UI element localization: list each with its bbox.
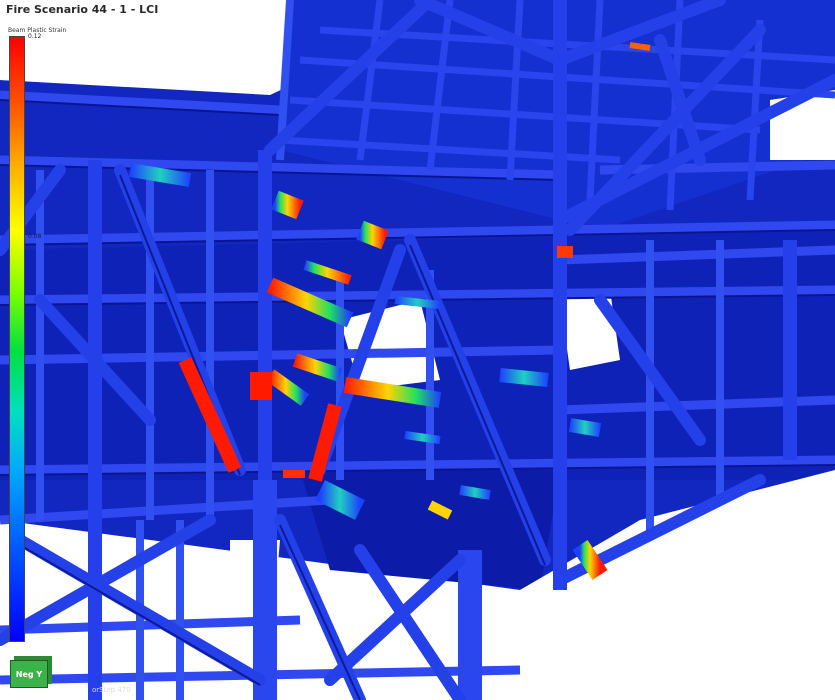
model-viewport[interactable]: Fire Scenario 44 - 1 - LCI Beam Plastic …: [0, 0, 835, 700]
legend-max-label: 0.12: [28, 33, 42, 40]
legend-color-bar: [9, 36, 25, 642]
axis-cube-icon[interactable]: Neg Y: [10, 660, 48, 688]
legend-mid-label: 0.08: [28, 233, 42, 240]
axis-label: Neg Y: [15, 669, 43, 679]
window-title: Fire Scenario 44 - 1 - LCI: [6, 3, 159, 16]
status-readout: orStep 470: [92, 686, 131, 694]
structure-render: [0, 0, 835, 700]
